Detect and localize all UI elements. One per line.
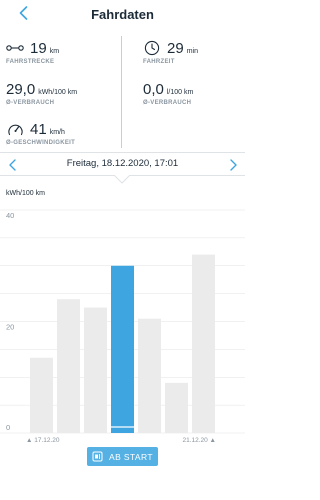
distance-unit: km xyxy=(49,48,60,55)
chart-unit-label: kWh/100 km xyxy=(6,190,45,197)
car-reset-icon xyxy=(92,451,103,462)
duration-unit: min xyxy=(186,48,198,55)
fuel-label: Ø-VERBRAUCH xyxy=(143,100,192,106)
chart-bar xyxy=(138,318,161,433)
next-trip-button[interactable] xyxy=(227,157,239,173)
speedometer-icon xyxy=(6,120,24,138)
chart-bar xyxy=(165,382,188,433)
fuel-unit: l/100 km xyxy=(166,89,194,96)
energy-label: Ø-VERBRAUCH xyxy=(6,100,55,106)
energy-value: 29,0 xyxy=(6,81,36,98)
chart-bar xyxy=(57,299,80,433)
energy-unit: kWh/100 km xyxy=(38,89,78,96)
chart-bar xyxy=(84,307,107,433)
duration-label: FAHRZEIT xyxy=(143,59,175,65)
trip-stats: 19 km FAHRSTRECKE 29 min FAHRZEIT 29,0 k… xyxy=(0,30,245,152)
ab-start-button[interactable]: AB START xyxy=(87,447,158,466)
consumption-chart: 0 20 40 ▲ 17.12.20 21.12.20 ▲ xyxy=(0,209,245,444)
x-start-label: ▲ 17.12.20 xyxy=(26,437,60,444)
stat-duration: 29 min FAHRZEIT xyxy=(143,37,198,66)
clock-icon xyxy=(143,39,161,57)
y-tick-label: 20 xyxy=(6,323,14,332)
speed-value: 41 xyxy=(30,121,47,138)
stat-energy-consumption: 29,0 kWh/100 km Ø-VERBRAUCH xyxy=(6,78,78,107)
chart-bar xyxy=(111,265,134,433)
ab-start-label: AB START xyxy=(109,451,153,462)
chevron-right-icon xyxy=(229,159,237,171)
speed-label: Ø-GESCHWINDIGKEIT xyxy=(6,140,76,146)
page-title: Fahrdaten xyxy=(91,7,154,22)
x-end-label: 21.12.20 ▲ xyxy=(182,437,216,444)
date-navigation: Freitag, 18.12.2020, 17:01 xyxy=(0,152,245,176)
distance-value: 19 xyxy=(30,40,47,57)
chart-bar xyxy=(30,357,53,433)
chart-bar xyxy=(192,254,215,433)
stat-speed: 41 km/h Ø-GESCHWINDIGKEIT xyxy=(6,118,76,147)
header: Fahrdaten xyxy=(0,0,245,30)
divider xyxy=(121,36,122,148)
speed-unit: km/h xyxy=(49,129,65,136)
route-icon xyxy=(6,39,24,57)
duration-value: 29 xyxy=(167,40,184,57)
stat-distance: 19 km FAHRSTRECKE xyxy=(6,37,60,66)
date-pointer xyxy=(114,175,130,184)
y-tick-label: 0 xyxy=(6,423,10,432)
fuel-value: 0,0 xyxy=(143,81,164,98)
y-tick-label: 40 xyxy=(6,211,14,220)
distance-label: FAHRSTRECKE xyxy=(6,59,55,65)
stat-fuel-consumption: 0,0 l/100 km Ø-VERBRAUCH xyxy=(143,78,194,107)
trip-date: Freitag, 18.12.2020, 17:01 xyxy=(66,158,179,169)
